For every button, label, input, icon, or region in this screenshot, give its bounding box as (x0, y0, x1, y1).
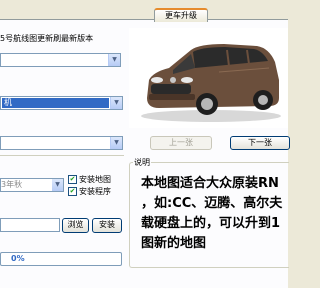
chevron-down-icon[interactable]: ▼ (108, 54, 120, 66)
map-select-dropdown[interactable]: ▼ (0, 53, 121, 67)
notes-line: ，如:CC、迈腾、高尔夫 (141, 196, 283, 211)
device-select-dropdown[interactable]: 机 ▼ (0, 96, 123, 110)
install-program-checkbox[interactable]: ✔ 安装程序 (68, 186, 111, 197)
checkmark-icon[interactable]: ✔ (68, 175, 77, 184)
chevron-down-icon[interactable]: ▼ (52, 179, 63, 191)
tab-car-upgrade[interactable]: 更车升级 (154, 8, 208, 22)
install-progress-bar: 0% (0, 252, 122, 266)
year-select-dropdown[interactable]: 3年秋 ▼ (0, 178, 64, 192)
notes-line: 图新的地图 (141, 236, 207, 251)
year-value: 3年秋 (1, 180, 23, 189)
install-program-label: 安装程序 (79, 187, 111, 196)
notes-text: 本地图适合大众原装RN ，如:CC、迈腾、高尔夫 载硬盘上的，可以升到1 图新的… (141, 174, 291, 254)
install-button[interactable]: 安装 (92, 218, 122, 233)
install-map-checkbox[interactable]: ✔ 安装地图 (68, 174, 111, 185)
chevron-down-icon[interactable]: ▼ (110, 137, 122, 149)
chevron-down-icon[interactable]: ▼ (110, 97, 122, 109)
progress-percent: 0% (11, 254, 25, 263)
path-input[interactable] (0, 218, 60, 232)
instruction-label: 5号航线图更新刷最新版本 (0, 34, 94, 43)
device-selected-value: 机 (2, 98, 109, 108)
tab-strip-border (0, 19, 288, 20)
car-illustration (141, 44, 281, 122)
notes-line: 本地图适合大众原装RN (141, 176, 279, 191)
car-image (129, 28, 288, 128)
browse-button[interactable]: 浏览 (62, 218, 89, 233)
notes-legend: 说明 (133, 157, 151, 168)
next-image-button[interactable]: 下一张 (230, 136, 290, 150)
previous-image-button[interactable]: 上一张 (150, 136, 212, 150)
checkmark-icon[interactable]: ✔ (68, 187, 77, 196)
left-divider (0, 155, 124, 156)
version-select-dropdown[interactable]: ▼ (0, 136, 123, 150)
notes-line: 载硬盘上的，可以升到1 (141, 216, 281, 231)
install-map-label: 安装地图 (79, 175, 111, 184)
